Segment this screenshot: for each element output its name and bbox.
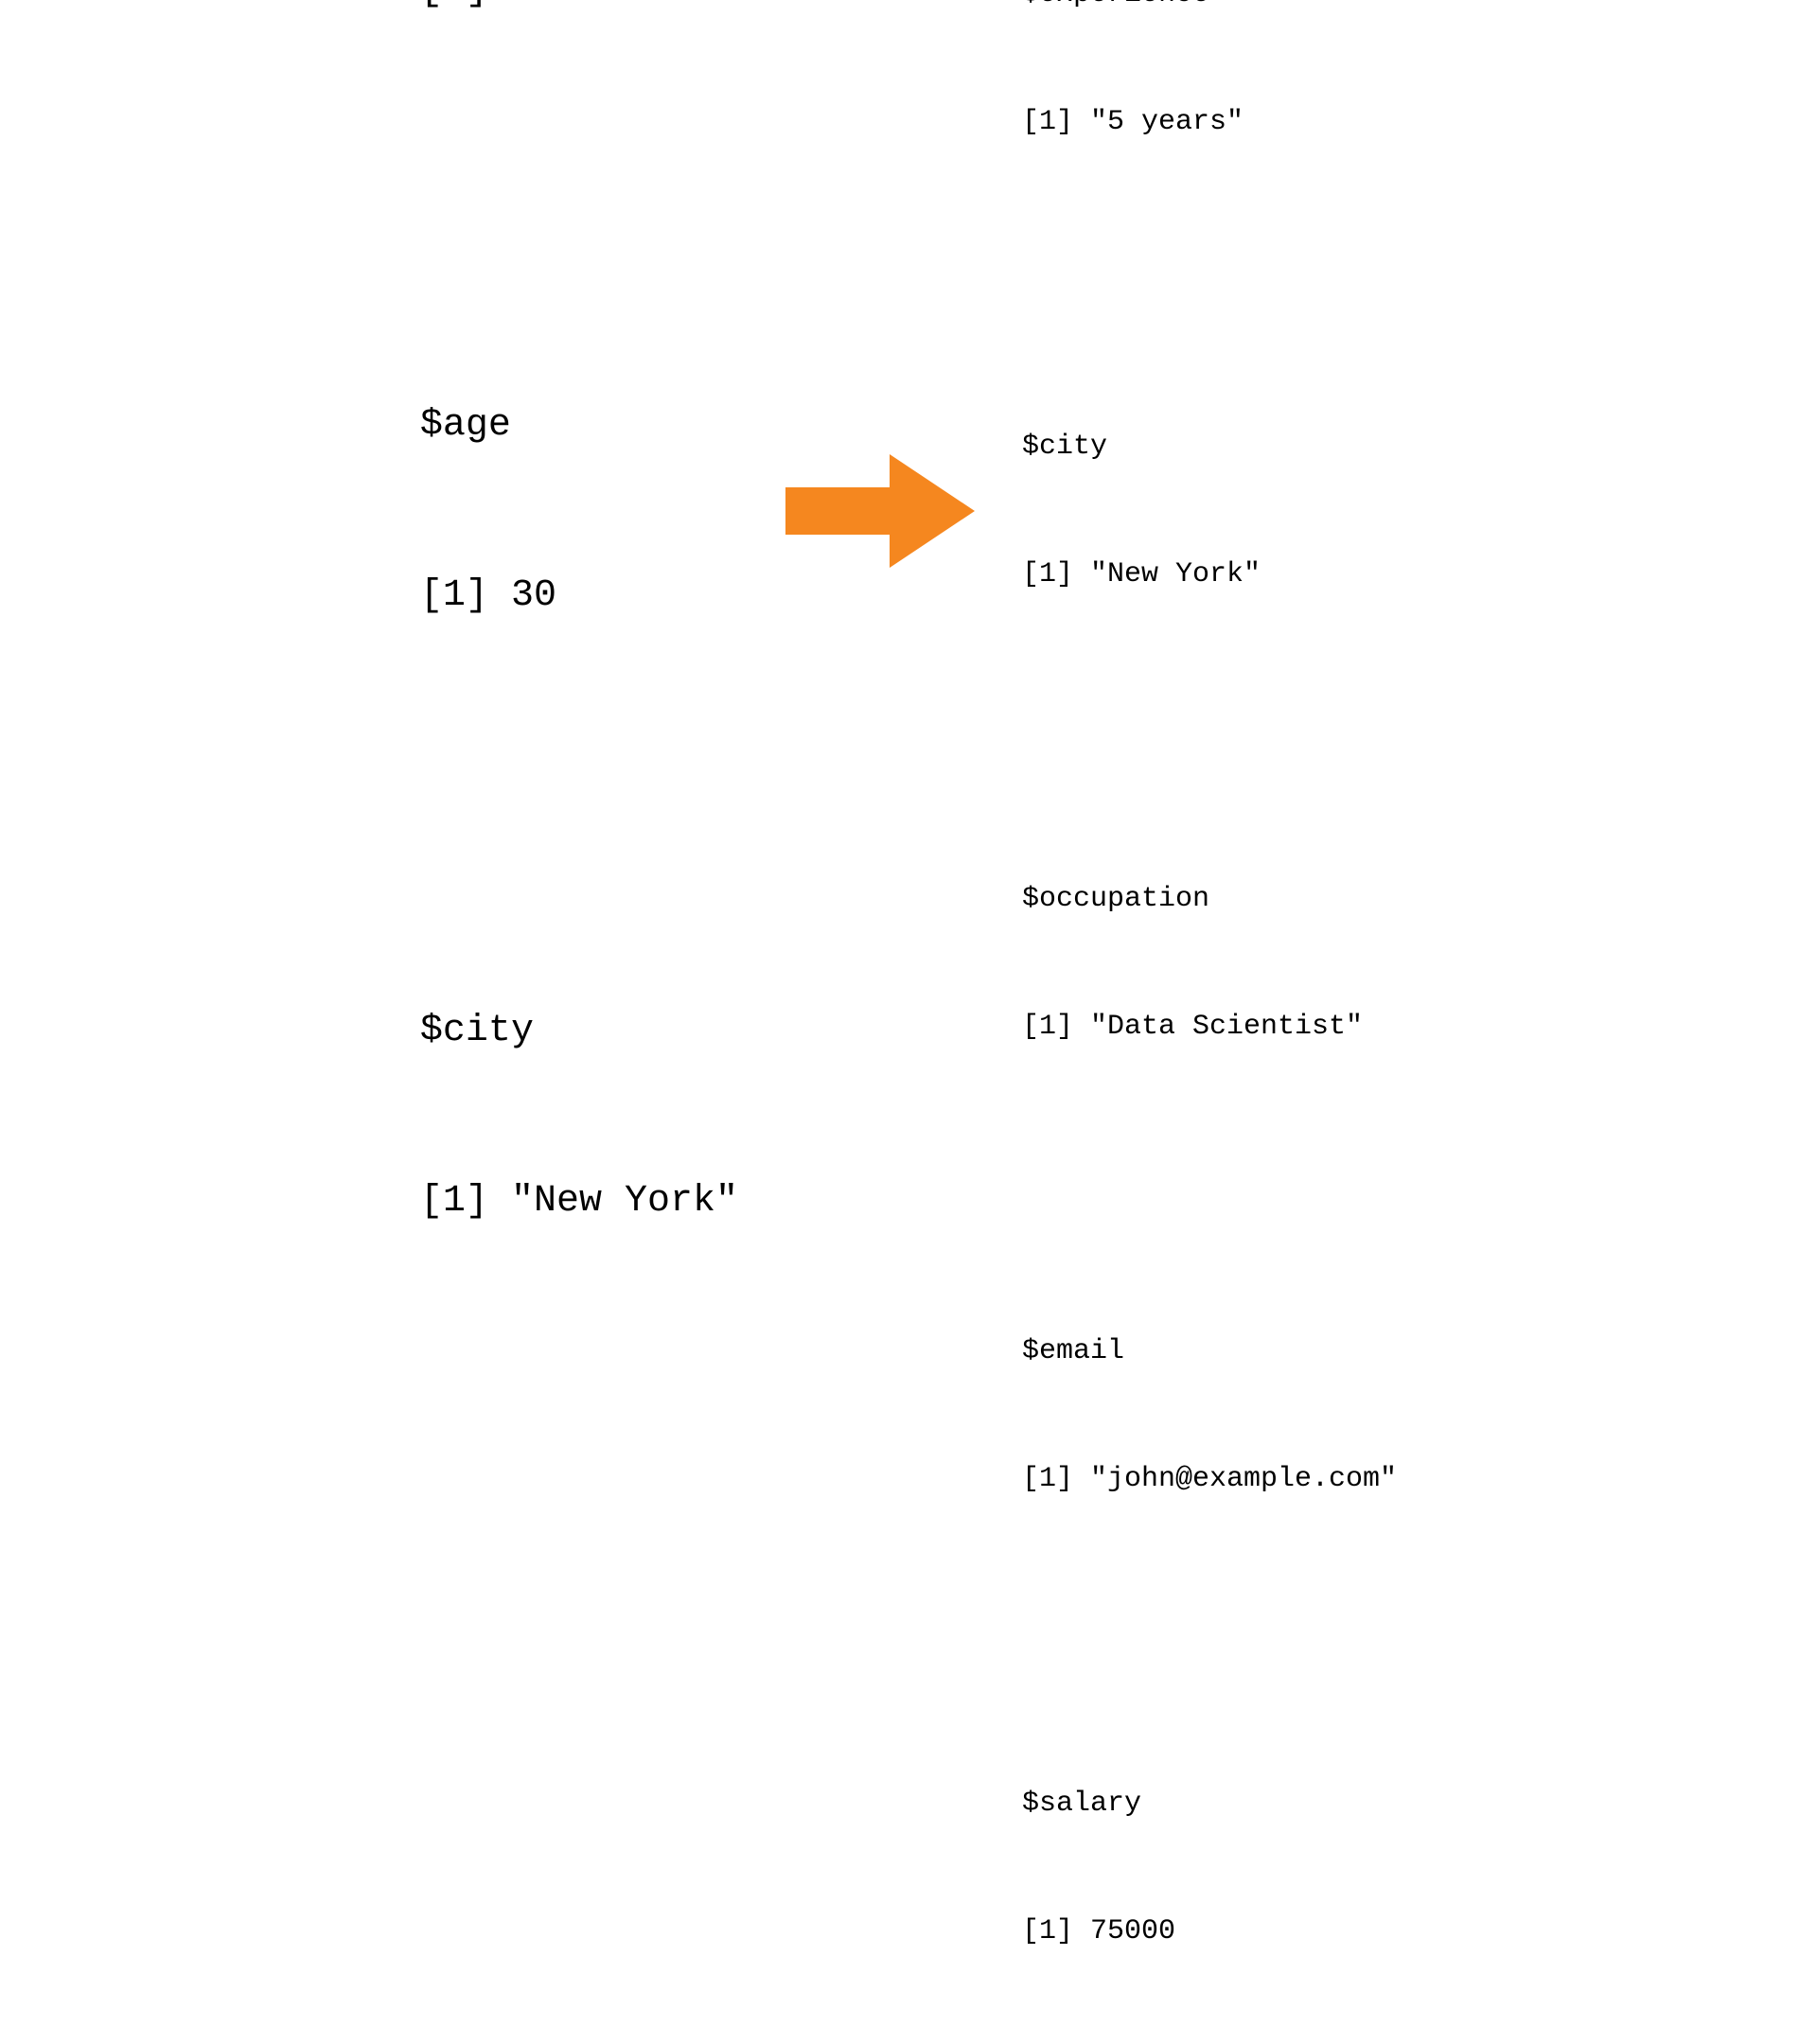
- output-value: [1] "Data Scientist": [1022, 1006, 1397, 1048]
- output-key: $city: [420, 1003, 738, 1060]
- output-value: [1] "New York": [1022, 554, 1397, 596]
- output-key: $experience: [1022, 0, 1397, 16]
- diagram-container: $name [1] "John" $age [1] 30 $city [1] "…: [0, 0, 1817, 1022]
- output-value: [1] "John": [420, 0, 738, 19]
- output-entry: $city [1] "New York": [420, 890, 738, 1344]
- right-code-block: $name [1] "John" $age [1] 30 $experience…: [1003, 0, 1397, 2044]
- output-entry: $age [1] 30: [420, 284, 738, 738]
- output-entry: $salary [1] 75000: [1022, 1698, 1397, 2038]
- output-key: $city: [1022, 426, 1397, 468]
- output-entry: $name [1] "John": [420, 0, 738, 132]
- output-key: $email: [1022, 1330, 1397, 1373]
- output-value: [1] "5 years": [1022, 101, 1397, 144]
- output-entry: $experience [1] "5 years": [1022, 0, 1397, 229]
- output-value: [1] 75000: [1022, 1911, 1397, 1953]
- output-value: [1] "john@example.com": [1022, 1458, 1397, 1501]
- output-entry: $email [1] "john@example.com": [1022, 1245, 1397, 1586]
- output-value: [1] "New York": [420, 1173, 738, 1230]
- output-key: $salary: [1022, 1783, 1397, 1825]
- output-entry: $city [1] "New York": [1022, 341, 1397, 681]
- output-value: [1] 30: [420, 568, 738, 625]
- left-code-block: $name [1] "John" $age [1] 30 $city [1] "…: [420, 0, 757, 1457]
- arrow-icon: [785, 445, 975, 577]
- output-key: $age: [420, 397, 738, 454]
- output-key: $occupation: [1022, 878, 1397, 921]
- output-entry: $occupation [1] "Data Scientist": [1022, 793, 1397, 1134]
- arrow-shape: [785, 454, 975, 568]
